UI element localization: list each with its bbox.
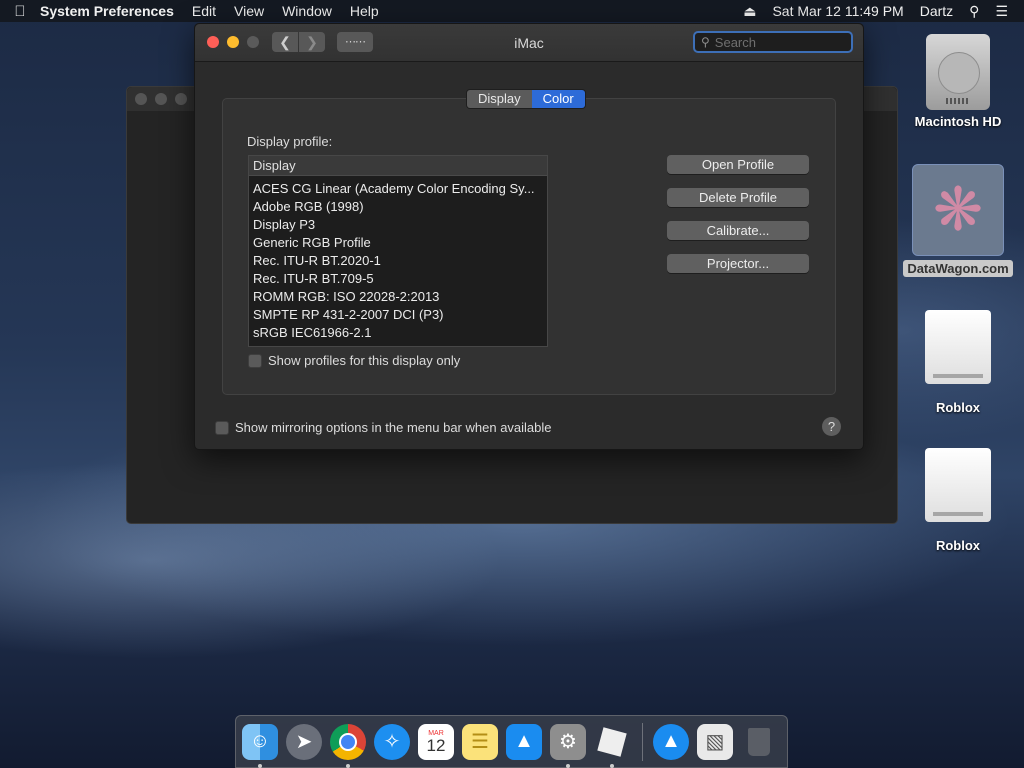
list-item[interactable]: Rec. ITU-R BT.2020-1 — [249, 252, 547, 270]
help-button[interactable]: ? — [822, 417, 841, 436]
list-item[interactable]: SMPTE RP 431-2-2007 DCI (P3) — [249, 306, 547, 324]
hard-drive-icon — [926, 34, 990, 110]
finder-icon[interactable]: ☺ — [242, 723, 278, 768]
calendar-day: 12 — [426, 735, 446, 755]
list-item[interactable]: Display P3 — [249, 216, 547, 234]
desktop-icon-label: Macintosh HD — [914, 114, 1002, 129]
menu-app-name[interactable]: System Preferences — [40, 3, 174, 19]
display-profile-label: Display profile: — [247, 134, 333, 149]
installer-icon[interactable]: ▧ — [697, 723, 733, 760]
disk-image-icon — [925, 310, 991, 384]
desktop-icon-datawagon[interactable]: ❋ DataWagon.com — [903, 164, 1013, 277]
list-item[interactable]: Rec. ITU-R BT.709-5 — [249, 270, 547, 288]
menu-bar:  System Preferences Edit View Window He… — [0, 0, 1024, 22]
downloads-app-store-icon[interactable]: ▲ — [653, 723, 689, 760]
desktop-icon-label: Roblox — [935, 400, 981, 415]
desktop-icon-roblox-1[interactable]: Roblox — [903, 310, 1013, 415]
projector-button[interactable]: Projector... — [667, 254, 809, 273]
notification-center-icon[interactable]: ☰ — [995, 3, 1008, 20]
launchpad-icon[interactable]: ➤ — [286, 723, 322, 760]
list-item[interactable]: Adobe RGB (1998) — [249, 198, 547, 216]
desktop-icon-label: DataWagon.com — [903, 260, 1013, 277]
dock-separator — [642, 722, 643, 761]
desktop-icon-roblox-2[interactable]: Roblox — [903, 448, 1013, 553]
desktop-icon-label: Roblox — [935, 538, 981, 553]
spotlight-search-icon[interactable]: ⚲ — [969, 3, 979, 20]
list-item[interactable]: ROMM RGB: ISO 22028-2:2013 — [249, 288, 547, 306]
system-preferences-icon[interactable]: ⚙ — [550, 723, 586, 768]
mirroring-checkbox[interactable]: Show mirroring options in the menu bar w… — [215, 420, 552, 435]
delete-profile-button[interactable]: Delete Profile — [667, 188, 809, 207]
background-minimize-icon[interactable] — [155, 93, 167, 105]
list-header[interactable]: Display — [249, 156, 547, 176]
mirroring-label: Show mirroring options in the menu bar w… — [235, 420, 552, 435]
list-item[interactable]: ACES CG Linear (Academy Color Encoding S… — [249, 180, 547, 198]
disk-image-icon — [925, 448, 991, 522]
checkbox-box[interactable] — [215, 420, 229, 435]
chrome-icon[interactable] — [330, 723, 366, 768]
checkbox-box[interactable] — [248, 353, 262, 368]
apple-menu-icon[interactable]:  — [0, 3, 40, 20]
calibrate-button[interactable]: Calibrate... — [667, 221, 809, 240]
menu-view[interactable]: View — [234, 3, 264, 19]
open-profile-button[interactable]: Open Profile — [667, 155, 809, 174]
background-zoom-icon[interactable] — [175, 93, 187, 105]
trash-icon[interactable] — [741, 724, 777, 760]
color-settings-group: Display profile: Display ACES CG Linear … — [222, 98, 836, 395]
show-profiles-label: Show profiles for this display only — [268, 353, 461, 368]
show-profiles-checkbox[interactable]: Show profiles for this display only — [248, 353, 460, 368]
roblox-icon[interactable] — [594, 724, 630, 768]
display-profile-list[interactable]: Display ACES CG Linear (Academy Color En… — [248, 155, 548, 347]
menu-window[interactable]: Window — [282, 3, 332, 19]
datawagon-image-icon: ❋ — [912, 164, 1004, 256]
imac-display-window: ❮ ❯ ⋯⋯ iMac ⚲ Search Display profile: Di… — [194, 23, 864, 450]
list-item[interactable]: Generic RGB Profile — [249, 234, 547, 252]
menu-help[interactable]: Help — [350, 3, 379, 19]
calendar-icon[interactable]: MAR 12 — [418, 723, 454, 760]
safari-icon[interactable]: ✧ — [374, 723, 410, 760]
tab-segmented-control: Display Color — [466, 89, 586, 109]
menu-clock[interactable]: Sat Mar 12 11:49 PM — [772, 3, 903, 19]
search-icon: ⚲ — [701, 35, 710, 49]
tab-color[interactable]: Color — [531, 90, 585, 108]
notes-icon[interactable]: ☰ — [462, 723, 498, 760]
background-close-icon[interactable] — [135, 93, 147, 105]
menu-user[interactable]: Dartz — [920, 3, 953, 19]
search-placeholder: Search — [714, 34, 756, 50]
search-field[interactable]: ⚲ Search — [693, 31, 853, 53]
window-titlebar: ❮ ❯ ⋯⋯ iMac ⚲ Search — [195, 24, 863, 62]
eject-icon[interactable]: ⏏ — [743, 3, 756, 20]
dock: ☺ ➤ ✧ MAR 12 ☰ ▲ ⚙ ▲ ▧ — [235, 715, 788, 768]
list-item[interactable]: sRGB IEC61966-2.1 — [249, 324, 547, 342]
desktop-icon-macintosh-hd[interactable]: Macintosh HD — [903, 34, 1013, 129]
tab-display[interactable]: Display — [467, 90, 532, 108]
menu-edit[interactable]: Edit — [192, 3, 216, 19]
app-store-icon[interactable]: ▲ — [506, 723, 542, 760]
